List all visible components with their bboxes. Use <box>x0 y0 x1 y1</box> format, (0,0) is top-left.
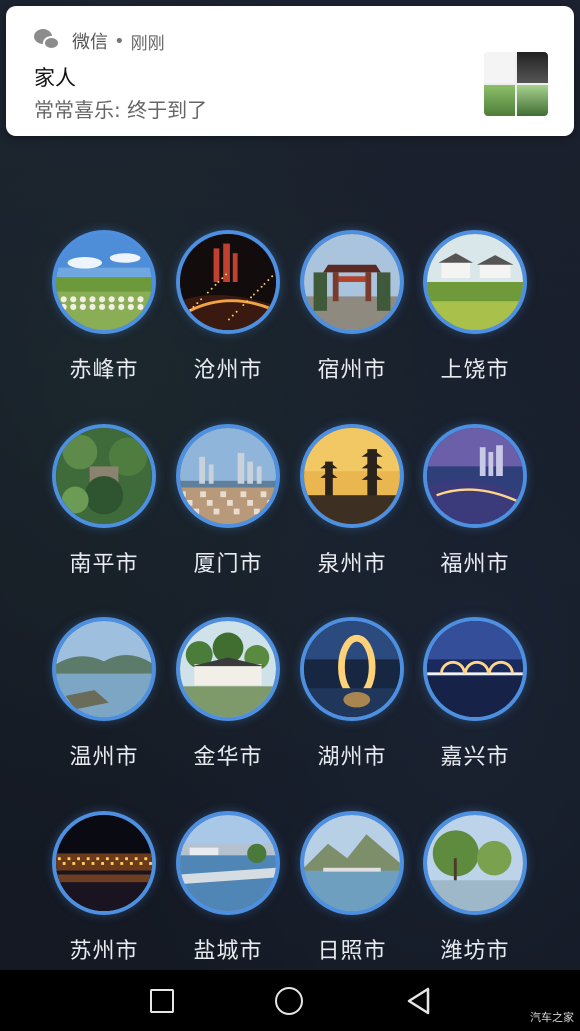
city-item[interactable]: 南平市 <box>42 420 166 590</box>
city-photo <box>300 811 404 915</box>
city-item[interactable]: 福州市 <box>413 420 537 590</box>
city-photo <box>52 230 156 334</box>
system-navbar: 汽车之家 <box>0 970 580 1031</box>
circle-icon <box>275 987 303 1015</box>
city-item[interactable]: 厦门市 <box>166 420 290 590</box>
city-name: 厦门市 <box>193 552 263 577</box>
city-photo <box>52 424 156 528</box>
city-name: 温州市 <box>69 745 139 770</box>
city-photo <box>176 617 280 721</box>
city-photo <box>300 230 404 334</box>
city-item[interactable]: 温州市 <box>42 613 166 783</box>
notification-message: 常常喜乐: 终于到了 <box>34 98 208 122</box>
city-name: 南平市 <box>69 552 139 577</box>
city-item[interactable]: 赤峰市 <box>42 226 166 396</box>
city-item[interactable]: 泉州市 <box>290 420 414 590</box>
city-name: 苏州市 <box>69 939 139 964</box>
notification-header: 微信 • 刚刚 <box>34 28 165 54</box>
city-name: 湖州市 <box>317 745 387 770</box>
city-item[interactable]: 上饶市 <box>413 226 537 396</box>
notification-time: 刚刚 <box>130 33 165 54</box>
triangle-back-icon <box>407 987 430 1015</box>
wechat-icon <box>34 29 62 53</box>
city-photo <box>52 617 156 721</box>
city-photo <box>423 811 527 915</box>
city-item[interactable]: 潍坊市 <box>413 807 537 977</box>
city-item[interactable]: 嘉兴市 <box>413 613 537 783</box>
city-name: 福州市 <box>440 552 510 577</box>
notification-app-name: 微信 <box>72 32 108 53</box>
city-item[interactable]: 宿州市 <box>290 226 414 396</box>
notification-title: 家人 <box>34 66 76 90</box>
city-name: 赤峰市 <box>69 358 139 383</box>
city-photo <box>300 617 404 721</box>
city-photo <box>423 230 527 334</box>
city-item[interactable]: 苏州市 <box>42 807 166 977</box>
city-item[interactable]: 沧州市 <box>166 226 290 396</box>
city-name: 沧州市 <box>193 358 263 383</box>
notification-separator: • <box>114 30 125 52</box>
city-name: 日照市 <box>317 939 387 964</box>
group-avatar <box>484 52 548 116</box>
city-name: 泉州市 <box>317 552 387 577</box>
city-name: 上饶市 <box>440 358 510 383</box>
back-button[interactable] <box>402 984 436 1018</box>
notification-banner[interactable]: 微信 • 刚刚 家人 常常喜乐: 终于到了 <box>6 6 574 136</box>
city-name: 盐城市 <box>193 939 263 964</box>
city-name: 金华市 <box>193 745 263 770</box>
city-photo <box>176 424 280 528</box>
watermark: 汽车之家 <box>530 1011 574 1024</box>
city-item[interactable]: 湖州市 <box>290 613 414 783</box>
city-name: 宿州市 <box>317 358 387 383</box>
city-photo <box>52 811 156 915</box>
city-item[interactable]: 日照市 <box>290 807 414 977</box>
city-photo <box>176 230 280 334</box>
city-item[interactable]: 盐城市 <box>166 807 290 977</box>
city-item[interactable]: 金华市 <box>166 613 290 783</box>
square-icon <box>150 989 174 1013</box>
recent-apps-button[interactable] <box>146 984 180 1018</box>
city-photo <box>300 424 404 528</box>
city-photo <box>423 424 527 528</box>
city-photo <box>176 811 280 915</box>
city-name: 嘉兴市 <box>440 745 510 770</box>
city-photo <box>423 617 527 721</box>
home-button[interactable] <box>273 984 307 1018</box>
city-name: 潍坊市 <box>440 939 510 964</box>
